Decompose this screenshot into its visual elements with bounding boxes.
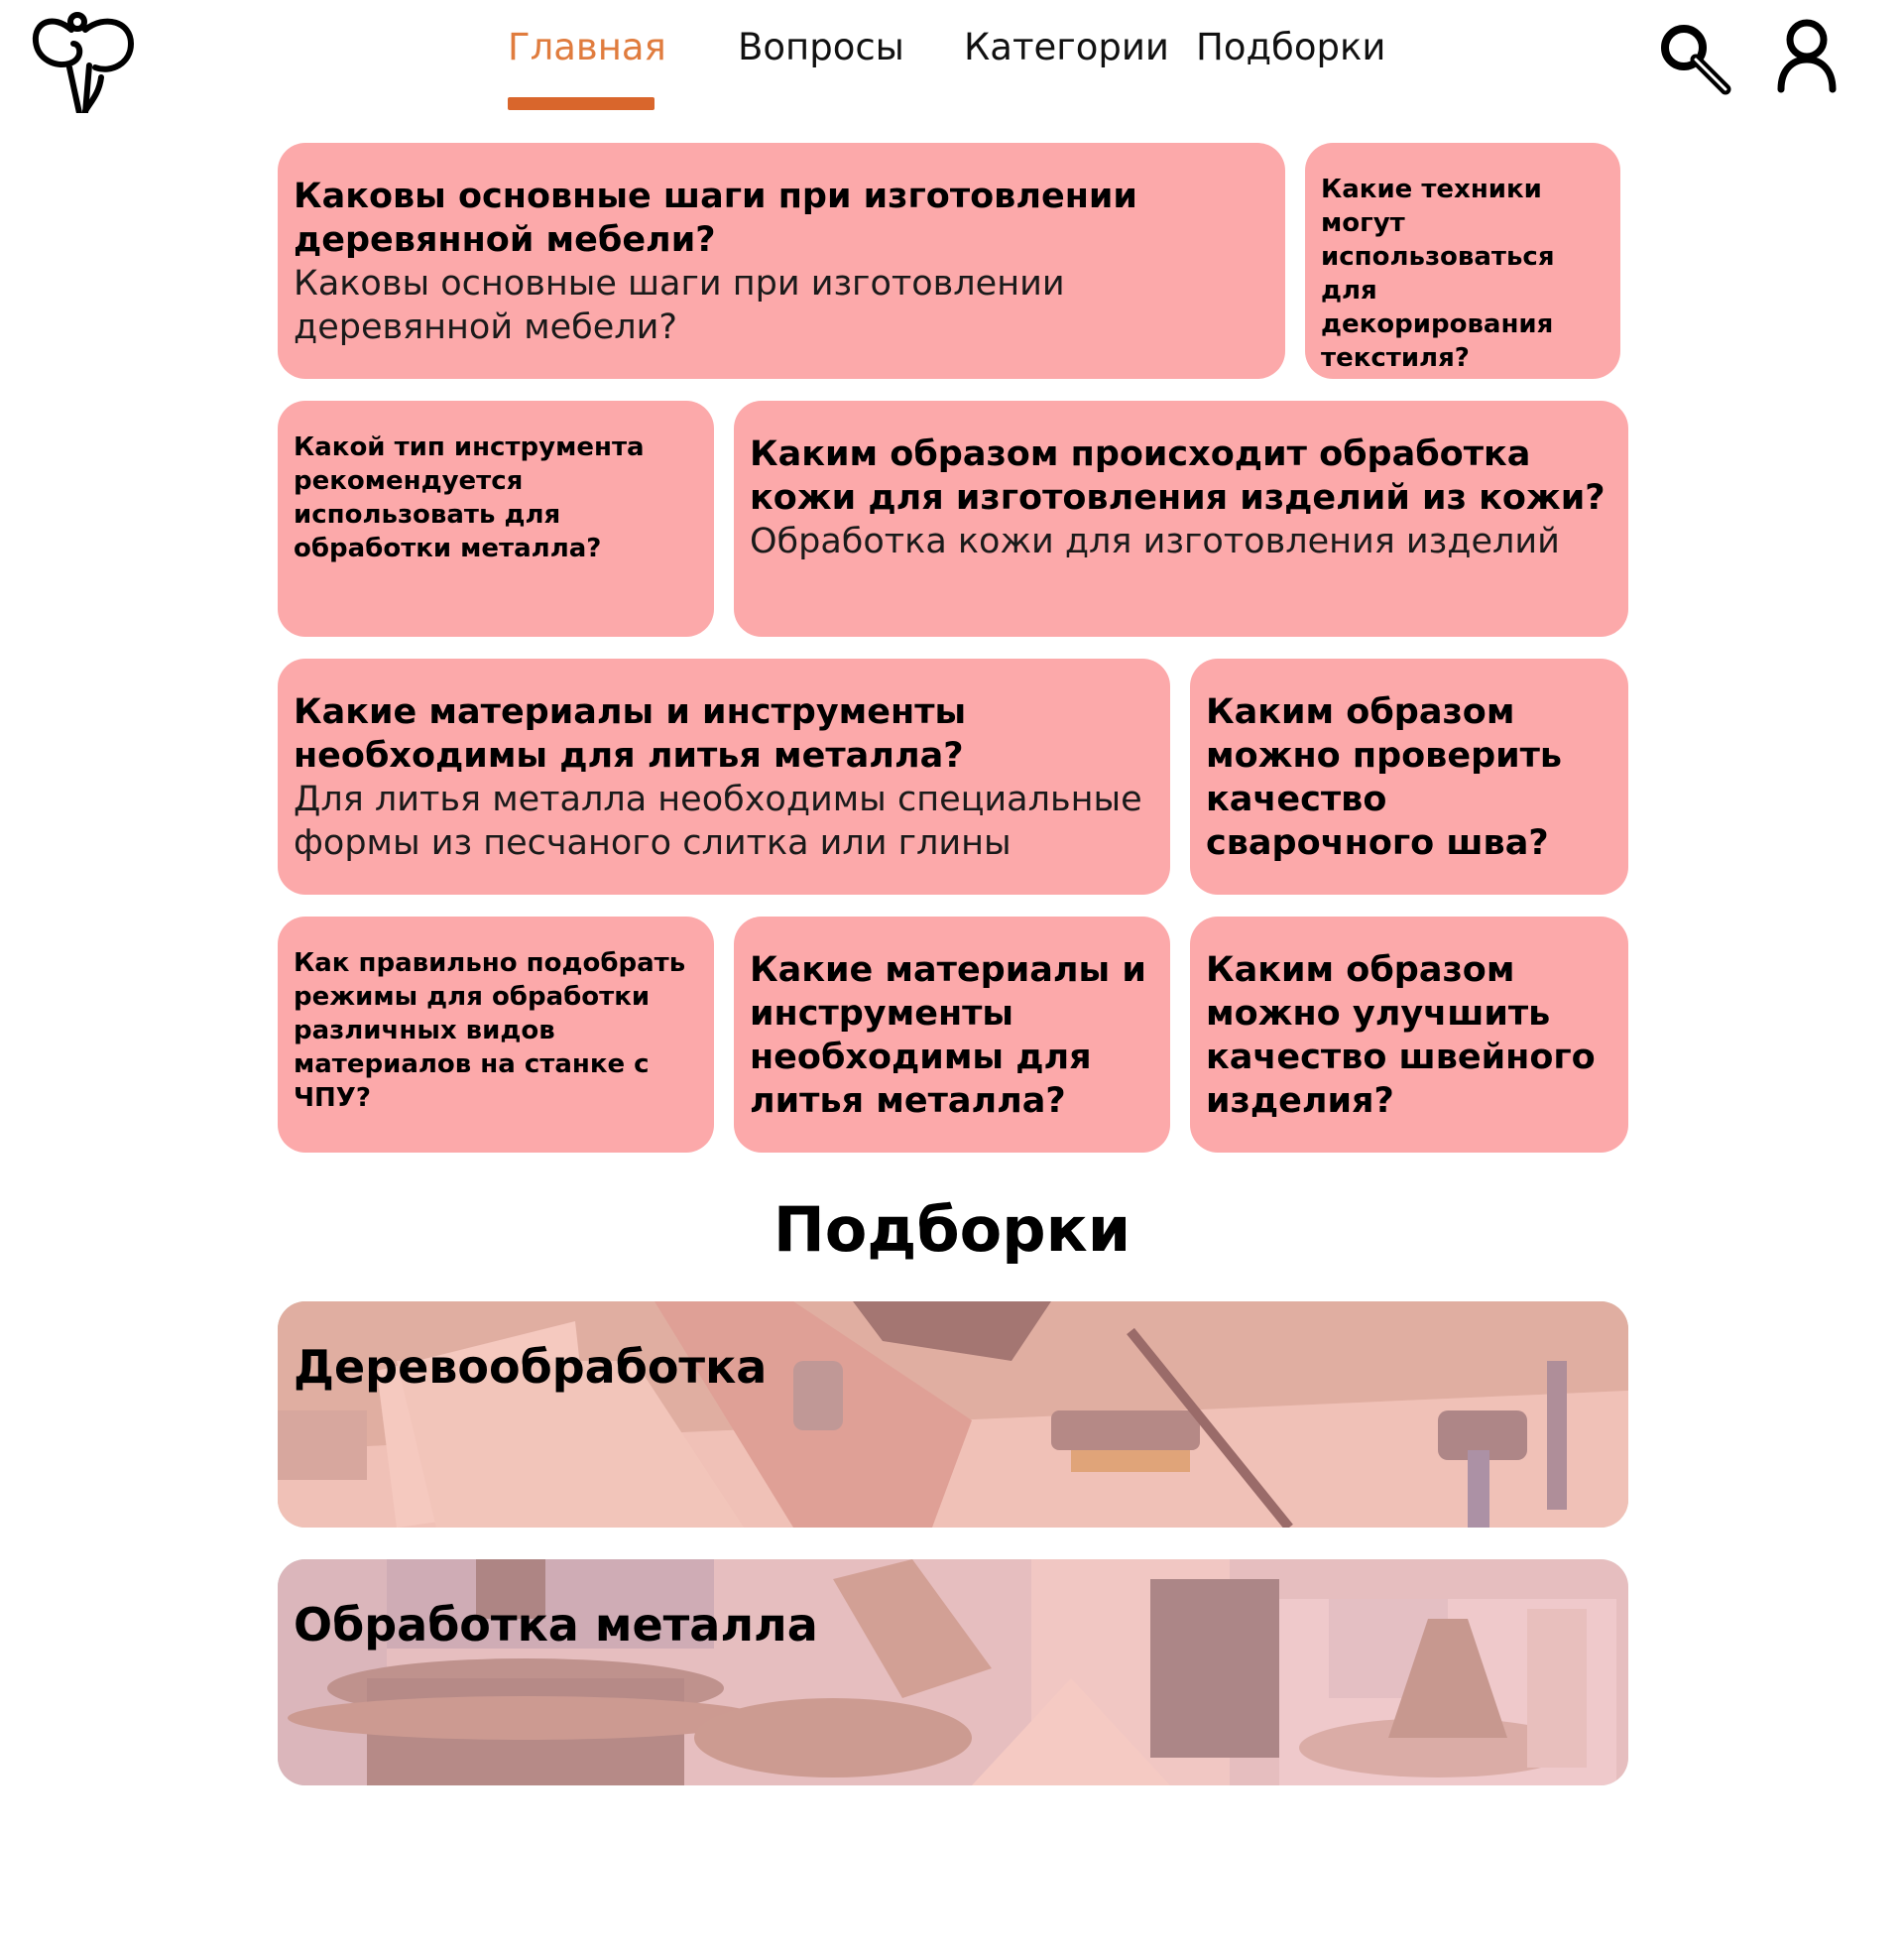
page: Главная Вопросы Категории Подборки Каков…: [0, 0, 1904, 1960]
logo-icon[interactable]: [30, 8, 139, 113]
question-title: Какие техники могут использоваться для д…: [1321, 175, 1555, 373]
question-card[interactable]: Каким образом происходит обработка кожи …: [734, 401, 1628, 637]
nav-home[interactable]: Главная: [508, 22, 666, 73]
banner-overlay: [278, 1559, 1628, 1785]
collection-metalworking[interactable]: Обработка металла: [278, 1559, 1628, 1785]
collection-title: Деревообработка: [294, 1340, 768, 1394]
question-card[interactable]: Какой тип инструмента рекомендуется испо…: [278, 401, 714, 637]
question-title: Какой тип инструмента рекомендуется испо…: [294, 432, 645, 563]
banner-overlay: [278, 1301, 1628, 1528]
question-title: Каким образом происходит обработка кожи …: [750, 434, 1606, 518]
question-card[interactable]: Какие материалы и инструменты необходимы…: [278, 659, 1170, 895]
question-subtitle: Обработка кожи для изготовления изделий: [750, 522, 1560, 561]
question-subtitle: Каковы основные шаги при изготовлении де…: [294, 264, 1065, 347]
question-title: Каким образом можно проверить качество с…: [1206, 692, 1563, 863]
collections-heading: Подборки: [773, 1193, 1131, 1266]
nav-active-underline: [508, 97, 654, 110]
collection-title: Обработка металла: [294, 1598, 818, 1652]
question-title: Как правильно подобрать режимы для обраб…: [294, 948, 686, 1113]
question-card[interactable]: Каковы основные шаги при изготовлении де…: [278, 143, 1285, 379]
search-icon[interactable]: [1656, 20, 1731, 95]
question-card[interactable]: Каким образом можно проверить качество с…: [1190, 659, 1628, 895]
question-card[interactable]: Какие техники могут использоваться для д…: [1305, 143, 1620, 379]
nav-collections[interactable]: Подборки: [1196, 22, 1385, 73]
collection-woodworking[interactable]: Деревообработка: [278, 1301, 1628, 1528]
question-title: Какие материалы и инструменты необходимы…: [294, 692, 967, 776]
question-subtitle: Для литья металла необходимы специальные…: [294, 780, 1142, 863]
question-card[interactable]: Какие материалы и инструменты необходимы…: [734, 917, 1170, 1153]
question-card[interactable]: Как правильно подобрать режимы для обраб…: [278, 917, 714, 1153]
question-title: Какие материалы и инструменты необходимы…: [750, 950, 1146, 1121]
question-title: Каковы основные шаги при изготовлении де…: [294, 177, 1137, 260]
question-title: Каким образом можно улучшить качество шв…: [1206, 950, 1596, 1121]
user-icon[interactable]: [1775, 18, 1839, 93]
nav-categories[interactable]: Категории: [964, 22, 1169, 73]
question-card[interactable]: Каким образом можно улучшить качество шв…: [1190, 917, 1628, 1153]
nav-questions[interactable]: Вопросы: [738, 22, 904, 73]
